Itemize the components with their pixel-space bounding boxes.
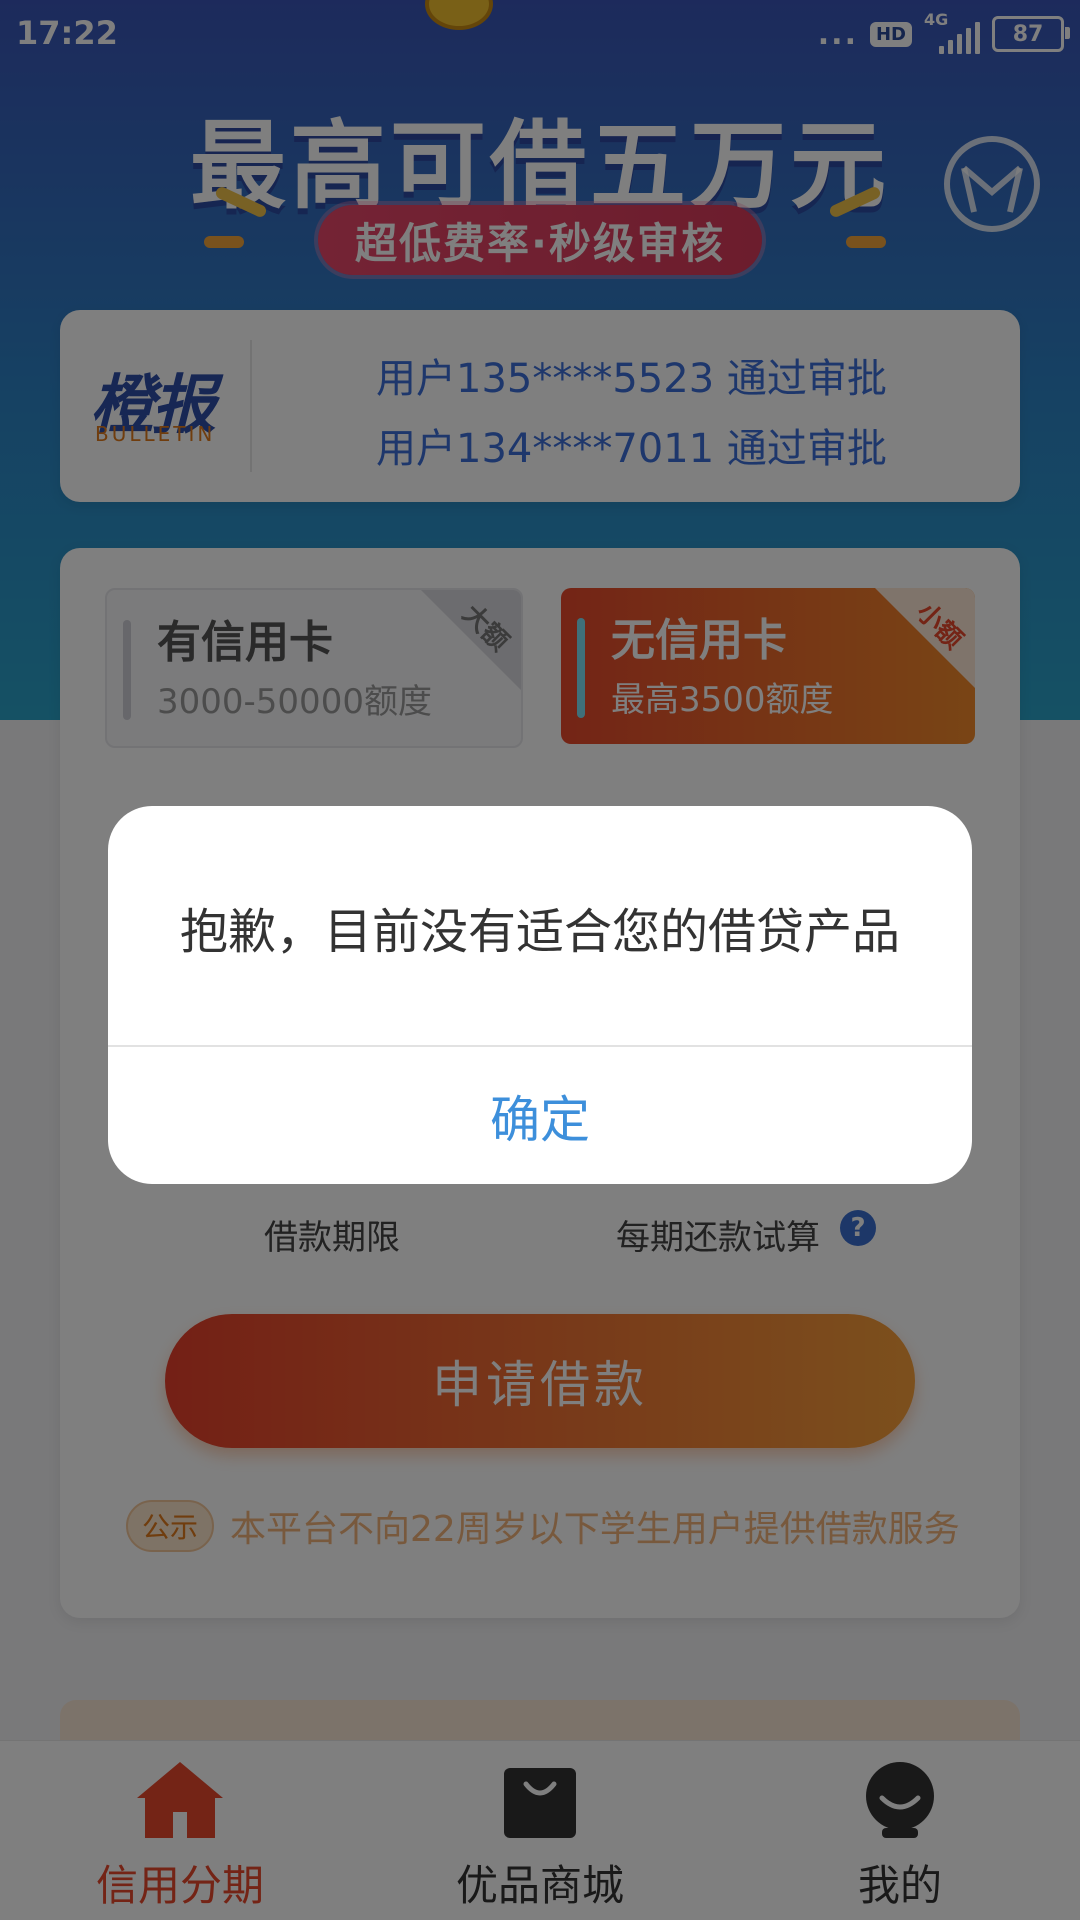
dialog-message: 抱歉，目前没有适合您的借贷产品 [179,904,900,960]
alert-dialog: 抱歉，目前没有适合您的借贷产品 确定 [108,806,972,1184]
confirm-button[interactable]: 确定 [108,1047,972,1184]
